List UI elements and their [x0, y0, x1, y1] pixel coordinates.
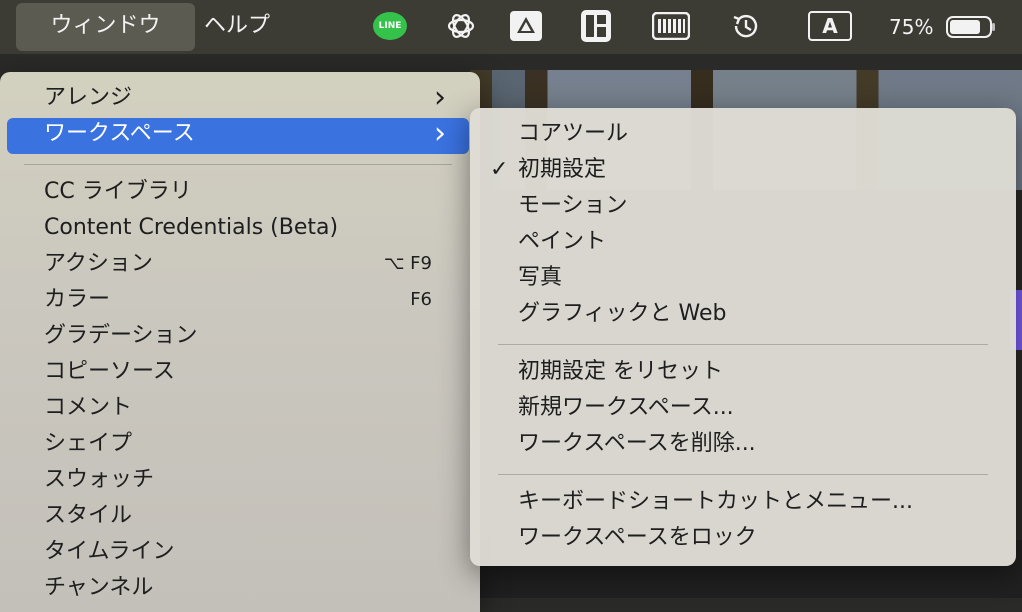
- menu-item-color[interactable]: カラー F6: [44, 282, 464, 318]
- menu-item-label: カラー: [44, 287, 111, 312]
- shortcut-label: F6: [410, 289, 432, 310]
- submenu-item-reset-default[interactable]: 初期設定 をリセット: [518, 354, 723, 390]
- submenu-item-motion[interactable]: モーション: [518, 188, 628, 224]
- submenu-item-new-workspace[interactable]: 新規ワークスペース...: [518, 390, 734, 426]
- chevron-right-icon: ›: [434, 116, 446, 151]
- shortcut-label: ⌥ F9: [383, 253, 432, 274]
- menu-item-cc-libraries[interactable]: CC ライブラリ: [44, 174, 464, 210]
- menu-help[interactable]: ヘルプ: [204, 0, 270, 54]
- menu-separator: [498, 474, 988, 475]
- submenu-item-lock-workspace[interactable]: ワークスペースをロック: [518, 520, 757, 556]
- line-icon[interactable]: LINE: [373, 10, 407, 42]
- menu-item-label: チャンネル: [44, 575, 154, 600]
- submenu-item-graphic-and-web[interactable]: グラフィックと Web: [518, 296, 727, 332]
- menu-item-label: タイムライン: [44, 539, 175, 564]
- chevron-right-icon: ›: [434, 80, 446, 115]
- menu-item-label: シェイプ: [44, 431, 133, 456]
- menu-item-timeline[interactable]: タイムライン: [44, 534, 464, 570]
- keyboard-icon[interactable]: [652, 10, 690, 42]
- submenu-item-delete-workspace[interactable]: ワークスペースを削除...: [518, 426, 756, 462]
- menu-item-styles[interactable]: スタイル: [44, 498, 464, 534]
- submenu-item-default[interactable]: 初期設定: [518, 152, 606, 188]
- menu-item-label: Content Credentials (Beta): [44, 215, 339, 240]
- time-machine-icon[interactable]: [730, 10, 762, 42]
- menu-item-label: グラデーション: [44, 323, 198, 348]
- menu-item-arrange[interactable]: アレンジ: [44, 80, 464, 116]
- checkmark-icon: ✓: [490, 157, 509, 182]
- menu-separator: [24, 164, 452, 165]
- menu-separator: [498, 344, 988, 345]
- menu-item-gradients[interactable]: グラデーション: [44, 318, 464, 354]
- workspace-submenu: コアツール 初期設定 ✓ モーション ペイント 写真 グラフィックと Web 初期設定 をリセ…: [470, 108, 1016, 566]
- menu-item-label: アレンジ: [44, 85, 133, 110]
- submenu-item-core-tools[interactable]: コアツール: [518, 116, 628, 152]
- menu-item-swatches[interactable]: スウォッチ: [44, 462, 464, 498]
- menu-item-actions[interactable]: アクション ⌥ F9: [44, 246, 464, 282]
- menu-item-label: スウォッチ: [44, 467, 155, 492]
- menu-bar: ウィンドウ ヘルプ LINE A 75%: [0, 0, 1022, 54]
- menu-item-content-credentials[interactable]: Content Credentials (Beta): [44, 210, 464, 246]
- battery-percentage[interactable]: 75%: [889, 0, 933, 54]
- submenu-item-keyboard-shortcuts-and-menus[interactable]: キーボードショートカットとメニュー...: [518, 484, 913, 520]
- menu-item-label: CC ライブラリ: [44, 179, 192, 204]
- menu-item-workspace[interactable]: ワークスペース: [44, 116, 464, 152]
- chatgpt-icon[interactable]: [444, 10, 478, 42]
- input-source-label: A: [808, 11, 852, 41]
- input-source-icon[interactable]: A: [808, 10, 852, 42]
- submenu-item-photography[interactable]: 写真: [518, 260, 562, 296]
- menu-item-channels[interactable]: チャンネル: [44, 570, 464, 606]
- menu-window[interactable]: ウィンドウ: [16, 3, 195, 51]
- menu-item-label: コピーソース: [44, 359, 175, 384]
- menu-item-comments[interactable]: コメント: [44, 390, 464, 426]
- menu-item-label: コメント: [44, 395, 133, 420]
- menu-item-label: アクション: [44, 251, 153, 276]
- google-drive-icon[interactable]: [510, 10, 542, 42]
- menu-item-clone-source[interactable]: コピーソース: [44, 354, 464, 390]
- window-menu-dropdown: アレンジ › ワークスペース › CC ライブラリ Content Credentials…: [0, 72, 480, 612]
- submenu-item-painting[interactable]: ペイント: [518, 224, 606, 260]
- line-icon-label: LINE: [373, 12, 407, 40]
- menu-item-shapes[interactable]: シェイプ: [44, 426, 464, 462]
- battery-icon[interactable]: [946, 16, 996, 38]
- menu-item-label: スタイル: [44, 503, 133, 528]
- layout-icon[interactable]: [581, 10, 611, 42]
- menu-item-label: ワークスペース: [44, 121, 195, 146]
